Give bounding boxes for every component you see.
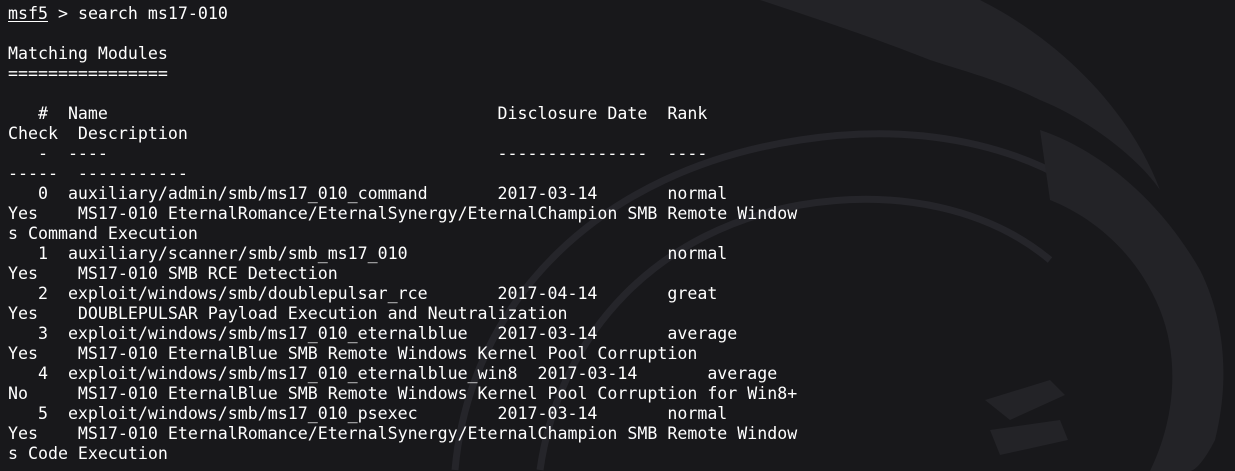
section-underline: ================ xyxy=(8,64,168,83)
table-row-description: s Code Execution xyxy=(8,444,168,463)
table-row-description: Yes MS17-010 SMB RCE Detection xyxy=(8,264,338,283)
table-header-row-1: # Name Disclosure Date Rank xyxy=(8,104,708,123)
table-row: 0 auxiliary/admin/smb/ms17_010_command 2… xyxy=(8,184,728,203)
table-row-description: s Command Execution xyxy=(8,224,198,243)
table-row: 4 exploit/windows/smb/ms17_010_eternalbl… xyxy=(8,364,778,383)
table-row-description: Yes MS17-010 EternalBlue SMB Remote Wind… xyxy=(8,344,698,363)
terminal-output: msf5 > search ms17-010 Matching Modules ==… xyxy=(8,4,797,464)
table-row: 1 auxiliary/scanner/smb/smb_ms17_010 nor… xyxy=(8,244,728,263)
command-line: msf5 > search ms17-010 xyxy=(8,4,797,24)
prompt-label: msf5 xyxy=(8,4,48,23)
table-row-description: Yes MS17-010 EternalRomance/EternalSyner… xyxy=(8,204,798,223)
section-title: Matching Modules xyxy=(8,44,168,63)
prompt-separator: > xyxy=(47,4,78,23)
table-row-description: Yes DOUBLEPULSAR Payload Execution and N… xyxy=(8,304,568,323)
table-row: 3 exploit/windows/smb/ms17_010_eternalbl… xyxy=(8,324,738,343)
table-row-description: No MS17-010 EternalBlue SMB Remote Windo… xyxy=(8,384,798,403)
table-row: 2 exploit/windows/smb/doublepulsar_rce 2… xyxy=(8,284,718,303)
table-row-description: Yes MS17-010 EternalRomance/EternalSyner… xyxy=(8,424,798,443)
table-header-divider-1: - ---- --------------- ---- xyxy=(8,144,708,163)
terminal-window[interactable]: msf5 > search ms17-010 Matching Modules ==… xyxy=(0,0,1235,471)
table-row: 5 exploit/windows/smb/ms17_010_psexec 20… xyxy=(8,404,728,423)
command-text: search ms17-010 xyxy=(77,4,228,23)
table-header-divider-2: ----- ----------- xyxy=(8,164,188,183)
table-header-row-2: Check Description xyxy=(8,124,188,143)
